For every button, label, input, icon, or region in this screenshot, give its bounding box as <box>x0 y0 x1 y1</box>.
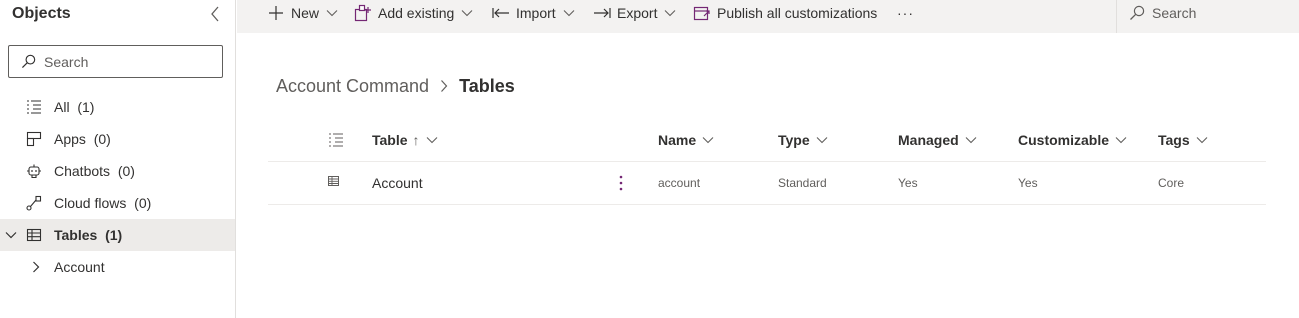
nav-item-label: Apps (0) <box>54 131 111 147</box>
table-icon <box>328 174 340 186</box>
apps-icon <box>26 131 42 147</box>
top-search-placeholder: Search <box>1152 5 1197 21</box>
column-header-table[interactable]: Table ↑ <box>372 131 438 149</box>
chevron-down-icon <box>1196 134 1208 146</box>
nav-item-label: Account <box>54 259 105 275</box>
column-header-type[interactable]: Type <box>778 131 828 149</box>
chevron-down-icon <box>965 134 977 146</box>
objects-nav: All (1) Apps (0) Chatbots (0) Cloud flow… <box>0 91 235 283</box>
column-header-managed[interactable]: Managed <box>898 131 977 149</box>
nav-item-all[interactable]: All (1) <box>0 91 235 123</box>
tables-grid: Table ↑ Name Type Managed Customizable T… <box>268 118 1266 205</box>
list-icon <box>26 99 42 115</box>
column-header-name[interactable]: Name <box>658 131 714 149</box>
chevron-down-icon[interactable] <box>4 227 18 243</box>
export-label: Export <box>617 5 658 21</box>
chevron-down-icon <box>816 134 828 146</box>
column-header-label: Customizable <box>1018 132 1110 148</box>
table-row[interactable]: Account account Standard Yes Yes Core <box>268 162 1266 205</box>
objects-title: Objects <box>12 5 71 22</box>
import-icon <box>492 4 510 22</box>
add-existing-button[interactable]: Add existing <box>354 0 473 26</box>
add-existing-label: Add existing <box>378 5 455 21</box>
nav-item-label: Chatbots (0) <box>54 163 135 179</box>
column-header-customizable[interactable]: Customizable <box>1018 131 1127 149</box>
publish-label: Publish all customizations <box>717 5 878 21</box>
collapse-panel-button[interactable] <box>206 4 224 24</box>
chevron-down-icon <box>426 134 438 146</box>
top-search-box[interactable]: Search <box>1116 0 1299 33</box>
publish-all-customizations-button[interactable]: Publish all customizations <box>693 0 877 26</box>
chatbot-icon <box>26 163 42 179</box>
column-header-label: Table <box>372 132 408 148</box>
objects-search-box[interactable] <box>8 45 223 78</box>
page-title: Tables <box>459 75 515 96</box>
cell-table[interactable]: Account <box>372 175 423 191</box>
cell-customizable: Yes <box>1018 176 1038 190</box>
search-icon <box>1129 5 1145 21</box>
nav-item-label: Cloud flows (0) <box>54 195 152 211</box>
nav-item-apps[interactable]: Apps (0) <box>0 123 235 155</box>
search-icon <box>21 54 36 69</box>
objects-header: Objects <box>12 4 224 24</box>
nav-item-label: All (1) <box>54 99 95 115</box>
column-header-label: Name <box>658 132 697 148</box>
chevron-down-icon <box>326 7 338 19</box>
nav-item-account[interactable]: Account <box>0 251 235 283</box>
nav-item-tables[interactable]: Tables (1) <box>0 219 235 251</box>
chevron-right-icon[interactable] <box>31 259 41 275</box>
cell-tags: Core <box>1158 176 1185 190</box>
objects-panel: Objects All (1) Apps (0) Chatbots (0) <box>0 0 236 318</box>
breadcrumb: Account Command Tables <box>276 74 515 98</box>
cell-managed: Yes <box>898 176 918 190</box>
export-icon <box>593 4 611 22</box>
column-header-tags[interactable]: Tags <box>1158 131 1208 149</box>
grid-header: Table ↑ Name Type Managed Customizable T… <box>268 118 1266 162</box>
new-button[interactable]: New <box>267 0 338 26</box>
new-label: New <box>291 5 320 21</box>
chevron-down-icon <box>664 7 676 19</box>
column-header-label: Managed <box>898 132 959 148</box>
import-label: Import <box>516 5 556 21</box>
chevron-down-icon <box>563 7 575 19</box>
cell-name: account <box>658 176 701 190</box>
nav-item-chatbots[interactable]: Chatbots (0) <box>0 155 235 187</box>
column-header-label: Type <box>778 132 810 148</box>
import-button[interactable]: Import <box>492 0 575 26</box>
breadcrumb-parent-link[interactable]: Account Command <box>276 76 429 97</box>
nav-item-label: Tables (1) <box>54 227 123 243</box>
chevron-down-icon <box>1115 134 1127 146</box>
sort-ascending-icon: ↑ <box>412 132 420 148</box>
table-icon <box>26 227 42 243</box>
cell-type: Standard <box>778 176 827 190</box>
chevron-right-icon <box>438 79 450 93</box>
more-commands-button[interactable]: ··· <box>897 0 914 26</box>
nav-item-cloud-flows[interactable]: Cloud flows (0) <box>0 187 235 219</box>
add-existing-icon <box>354 4 372 22</box>
objects-search-input[interactable] <box>44 53 214 70</box>
publish-icon <box>693 4 711 22</box>
plus-icon <box>267 4 285 22</box>
command-bar: New Add existing Import Export Publish a… <box>237 0 1299 33</box>
column-header-label: Tags <box>1158 132 1190 148</box>
row-more-options-icon[interactable] <box>615 172 627 194</box>
chevron-down-icon <box>702 134 714 146</box>
flow-icon <box>26 195 42 211</box>
chevron-down-icon <box>461 7 473 19</box>
chevron-left-icon <box>211 6 219 22</box>
column-options-icon[interactable] <box>328 132 344 148</box>
export-button[interactable]: Export <box>593 0 676 26</box>
